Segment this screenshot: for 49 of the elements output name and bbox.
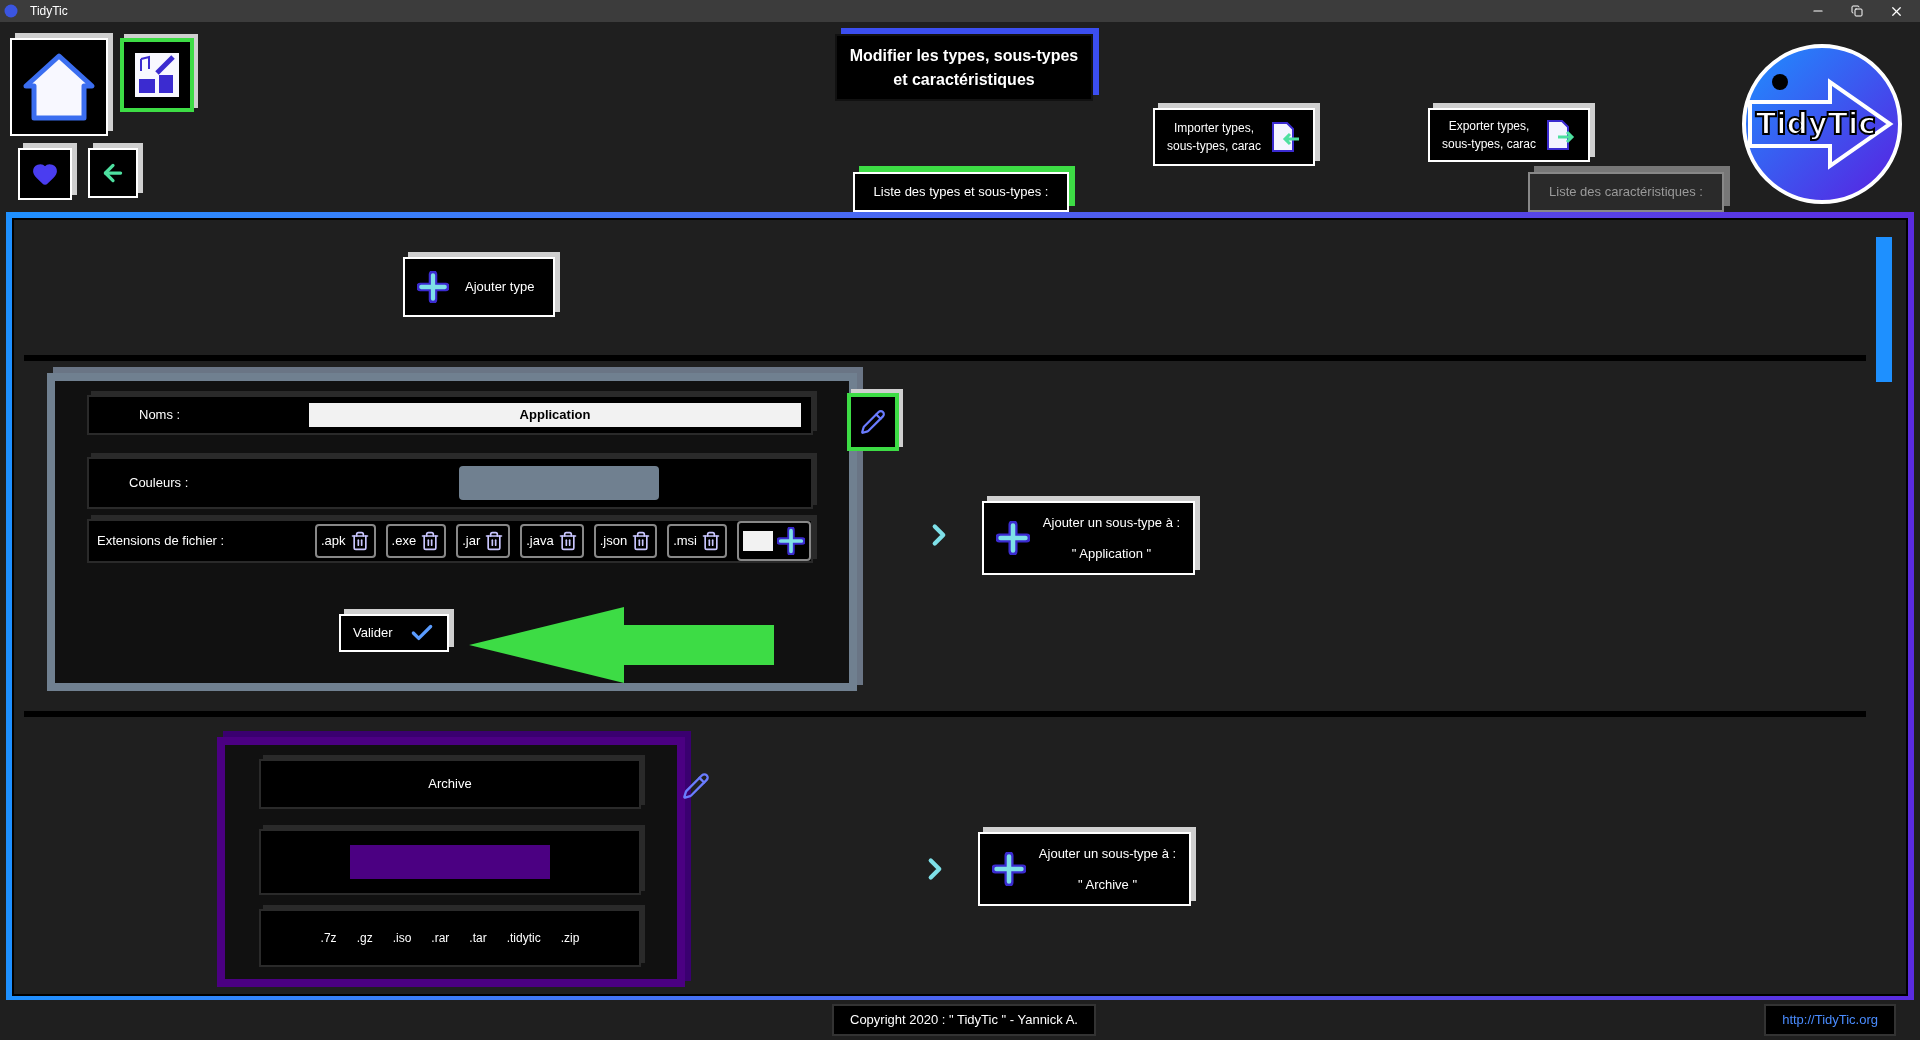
plus-icon (992, 852, 1026, 886)
website-link[interactable]: http://TidyTic.org (1764, 1004, 1896, 1036)
trash-icon[interactable] (701, 530, 721, 551)
name-field[interactable]: Application (309, 402, 801, 427)
add-subtype-label: Ajouter un sous-type à : (1038, 844, 1177, 863)
extension-label: .json (599, 532, 628, 551)
extension-label: .7z (320, 930, 337, 947)
logo: TidyTic (1740, 42, 1905, 207)
trash-icon[interactable] (557, 530, 578, 551)
file-export-icon (1544, 119, 1576, 151)
app-icon (4, 4, 18, 18)
heart-icon (32, 161, 58, 187)
color-label: Couleurs : (128, 474, 190, 492)
add-subtype-label: Ajouter un sous-type à : (1042, 513, 1181, 532)
edit-button[interactable] (682, 772, 710, 800)
restore-icon[interactable] (1851, 5, 1863, 17)
house-icon (22, 52, 96, 122)
type-name: Archive (428, 775, 472, 794)
extension-label: .iso (392, 930, 412, 947)
extension-label: .java (526, 532, 554, 551)
extension-label: .tidytic (506, 930, 541, 947)
pencil-icon (682, 772, 710, 800)
extension-label: .jar (462, 532, 481, 551)
plus-icon (996, 521, 1030, 555)
scrollbar-thumb[interactable] (1876, 237, 1892, 382)
pencil-icon (860, 409, 886, 435)
extensions-label: Extensions de fichier : (97, 532, 226, 551)
trash-icon[interactable] (420, 530, 441, 551)
plus-icon (777, 526, 805, 555)
add-subtype-target: " Application " (1071, 545, 1152, 563)
extension-label: .msi (673, 532, 697, 551)
extension-label: .gz (356, 930, 373, 947)
plus-icon (417, 271, 449, 303)
extension-label: .tar (469, 930, 487, 947)
extension-label: .exe (391, 532, 417, 551)
trash-icon[interactable] (484, 530, 505, 551)
trash-icon[interactable] (349, 530, 370, 551)
add-subtype-target: " Archive " (1077, 876, 1138, 894)
media-icon (133, 51, 181, 99)
window-title: TidyTic (30, 3, 68, 20)
new-extension-field[interactable] (743, 530, 773, 551)
extension-label: .rar (431, 930, 450, 947)
file-import-icon (1269, 121, 1301, 153)
copyright-text: Copyright 2020 : " TidyTic " - Yannick A. (832, 1004, 1096, 1036)
trash-icon[interactable] (631, 530, 652, 551)
extension-label: .apk (321, 532, 346, 551)
extension-label: .zip (560, 930, 580, 947)
name-label: Noms : (138, 406, 182, 425)
color-swatch[interactable] (459, 465, 659, 500)
